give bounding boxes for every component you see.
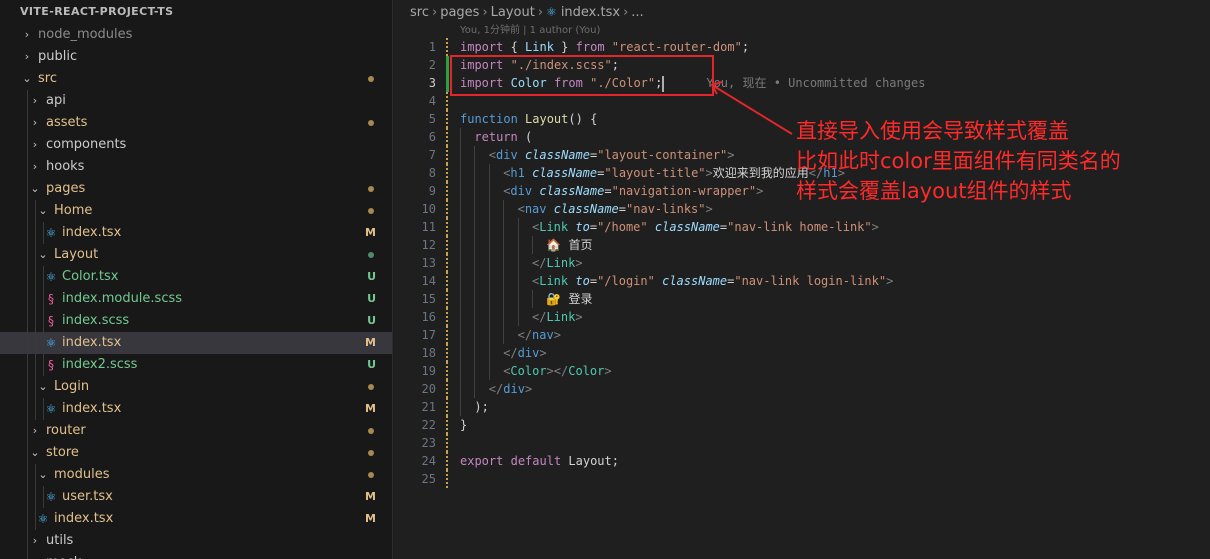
annotation-line-2: 比如此时color里面组件有同类名的 <box>796 149 1121 173</box>
annotation-line-1: 直接导入使用会导致样式覆盖 <box>796 119 1069 143</box>
annotation-line-3: 样式会覆盖layout组件的样式 <box>796 179 1072 203</box>
annotation-text: 直接导入使用会导致样式覆盖 比如此时color里面组件有同类名的 样式会覆盖la… <box>796 116 1121 206</box>
annotation-arrow-icon <box>710 81 793 135</box>
